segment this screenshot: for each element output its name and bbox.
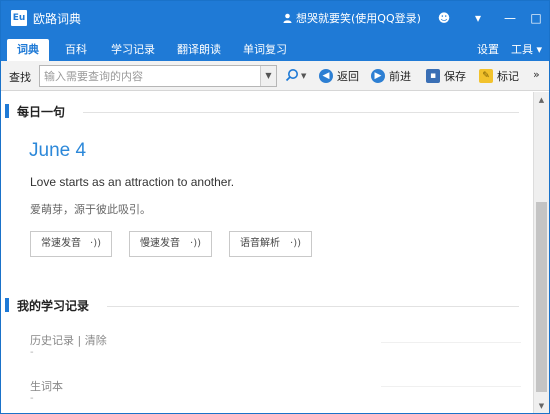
save-label: 保存	[444, 70, 466, 83]
slow-speed-audio-button[interactable]: 慢速发音 ·))	[129, 231, 212, 257]
normal-speed-audio-button[interactable]: 常速发音 ·))	[30, 231, 112, 257]
user-icon	[283, 12, 292, 25]
section-marker	[5, 298, 9, 312]
tab-bar: 词典 百科 学习记录 翻译朗读 单词复习 设置 工具 ▾	[1, 35, 549, 61]
divider	[107, 306, 519, 307]
vertical-scrollbar[interactable]: ▲ ▼	[533, 92, 549, 413]
divider	[83, 112, 519, 113]
tab-dictionary[interactable]: 词典	[7, 39, 49, 61]
more-tools-button[interactable]: »	[533, 68, 540, 81]
history-value: -	[30, 347, 34, 358]
skin-button[interactable]: ☻	[433, 7, 455, 29]
mark-button[interactable]: ✎ 标记	[479, 68, 519, 85]
daily-sentence-english: Love starts as an attraction to another.	[30, 175, 235, 189]
search-label: 查找	[9, 71, 31, 84]
tab-study-records[interactable]: 学习记录	[101, 39, 165, 61]
user-name: 想哭就要笑(使用QQ登录)	[296, 12, 421, 25]
tab-translate-read[interactable]: 翻译朗读	[167, 39, 231, 61]
forward-button[interactable]: ▶ 前进	[371, 68, 411, 85]
minimize-button[interactable]: —	[499, 7, 521, 29]
wordbook-value: -	[30, 393, 34, 404]
bookmark-icon: ✎	[479, 69, 493, 83]
back-button[interactable]: ◀ 返回	[319, 68, 359, 85]
app-window: Eu 欧路词典 想哭就要笑(使用QQ登录) ☻ ▾ — □ 词典 百科 学习记录…	[0, 0, 550, 414]
back-label: 返回	[337, 70, 359, 83]
user-account[interactable]: 想哭就要笑(使用QQ登录)	[283, 10, 421, 26]
history-records-link[interactable]: 历史记录 | 清除	[30, 332, 107, 348]
chevron-down-icon[interactable]: ▼	[301, 72, 306, 80]
sound-wave-icon: ·))	[290, 238, 301, 249]
section-marker	[5, 104, 9, 118]
title-bar[interactable]: Eu 欧路词典 想哭就要笑(使用QQ登录) ☻ ▾ — □	[1, 1, 549, 35]
audio-analysis-button[interactable]: 语音解析 ·))	[229, 231, 312, 257]
forward-label: 前进	[389, 70, 411, 83]
save-icon: ▪	[426, 69, 440, 83]
audio-button-label: 常速发音	[41, 238, 81, 249]
scroll-thumb[interactable]	[536, 202, 547, 392]
main-content: 每日一句 June 4 Love starts as an attraction…	[1, 92, 533, 413]
tab-word-review[interactable]: 单词复习	[233, 39, 297, 61]
sound-wave-icon: ·))	[90, 238, 101, 249]
wordbook-link[interactable]: 生词本	[30, 378, 63, 394]
audio-button-label: 慢速发音	[140, 238, 180, 249]
search-box[interactable]: ▼	[39, 65, 277, 87]
divider	[381, 386, 521, 387]
maximize-button[interactable]: □	[525, 7, 547, 29]
app-logo: Eu	[11, 10, 27, 26]
search-history-dropdown[interactable]: ▼	[260, 66, 276, 86]
scroll-up-button[interactable]: ▲	[534, 92, 549, 108]
daily-sentence-title: 每日一句	[17, 105, 66, 119]
save-button[interactable]: ▪ 保存	[426, 68, 466, 85]
toolbar: 查找 ▼ ▼ ◀ 返回 ▶ 前进 ▪ 保存 ✎ 标记 »	[1, 61, 549, 91]
search-input[interactable]	[42, 67, 260, 85]
scroll-down-button[interactable]: ▼	[534, 398, 549, 413]
daily-sentence-chinese: 爱萌芽，源于彼此吸引。	[30, 203, 151, 216]
study-records-title: 我的学习记录	[17, 299, 90, 313]
daily-date: June 4	[29, 140, 87, 161]
divider	[381, 342, 521, 343]
app-title: 欧路词典	[33, 12, 82, 26]
search-icon[interactable]	[285, 68, 299, 86]
sound-wave-icon: ·))	[190, 238, 201, 249]
audio-button-label: 语音解析	[240, 238, 280, 249]
forward-arrow-icon: ▶	[371, 69, 385, 83]
tab-encyclopedia[interactable]: 百科	[55, 39, 97, 61]
back-arrow-icon: ◀	[319, 69, 333, 83]
main-menu-button[interactable]: ▾	[467, 7, 489, 29]
tools-menu[interactable]: 工具 ▾	[501, 39, 549, 61]
mark-label: 标记	[497, 70, 519, 83]
